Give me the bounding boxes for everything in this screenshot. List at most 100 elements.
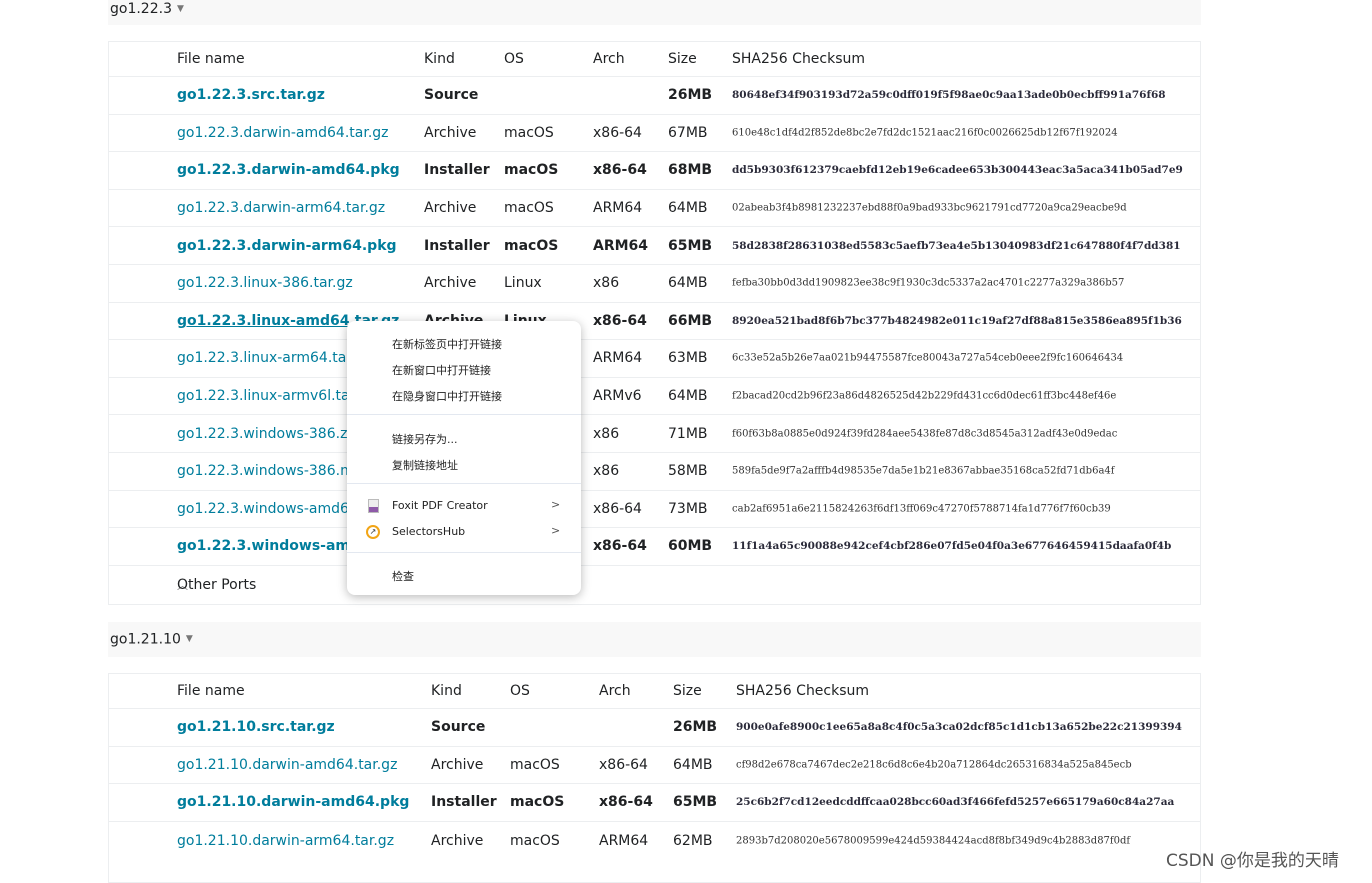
cell-size: 62MB [673,832,713,849]
cell-sha: f60f63b8a0885e0d924f39fd284aee5438fe87d8… [732,428,1118,440]
file-download-link[interactable]: go1.21.10.darwin-amd64.pkg [177,794,409,810]
cell-size: 71MB [668,425,708,442]
column-header-arch: Arch [599,683,631,699]
cell-size: 58MB [668,463,708,480]
column-header-file-name: File name [177,683,245,699]
column-header-os: OS [510,683,530,699]
file-download-link[interactable]: go1.22.3.linux-armv6l.tar.gz [177,388,375,404]
cell-arch: ARM64 [599,832,649,849]
column-header-size: Size [668,51,697,67]
file-download-link[interactable]: go1.22.3.windows-386.zip [177,426,360,442]
table-row: go1.22.3.darwin-arm64.pkg Installer macOS A… [109,227,1200,265]
cell-size: 64MB [668,275,708,292]
file-download-link[interactable]: go1.22.3.darwin-arm64.pkg [177,238,397,254]
file-download-link[interactable]: go1.21.10.src.tar.gz [177,719,335,735]
menu-foxit-pdf-creator[interactable]: Foxit PDF Creator [392,499,488,512]
release-header-go1-21-10[interactable]: go1.21.10 ▼ [108,622,1201,657]
cell-arch: x86-64 [599,794,653,811]
menu-selectorshub[interactable]: SelectorsHub [392,525,465,538]
file-download-link[interactable]: go1.22.3.linux-arm64.tar.gz [177,350,372,366]
cell-arch: ARM64 [593,350,643,367]
file-download-link[interactable]: go1.22.3.linux-386.tar.gz [177,275,353,291]
other-ports-row[interactable]: Other Ports ︿ [109,566,1200,604]
cell-kind: Installer [431,794,497,811]
menu-open-new-tab[interactable]: 在新标签页中打开链接 [392,336,502,352]
chevron-right-icon: > [551,498,561,511]
context-menu: 在新标签页中打开链接 在新窗口中打开链接 在隐身窗口中打开链接 链接另存为...… [347,321,581,595]
cell-sha: f2bacad20cd2b96f23a86d4826525d42b229fd43… [732,390,1117,402]
cell-os: macOS [510,756,560,773]
menu-copy-link-address[interactable]: 复制链接地址 [392,457,458,473]
column-header-size: Size [673,683,702,699]
cell-sha: 25c6b2f7cd12eedcddffcaa028bcc60ad3f466fe… [736,796,1175,809]
cell-os: macOS [504,162,559,179]
column-header-checksum: SHA256 Checksum [732,51,866,67]
watermark: CSDN @你是我的天晴 [1166,851,1339,871]
file-download-link[interactable]: go1.22.3.darwin-arm64.tar.gz [177,200,385,216]
file-download-link[interactable]: go1.22.3.darwin-amd64.pkg [177,162,400,178]
downloads-table-go1-21-10: File name Kind OS Arch Size SHA256 Checksum go… [108,673,1201,883]
cell-size: 26MB [668,87,713,104]
column-header-file-name: File name [177,51,245,67]
cell-size: 64MB [668,388,708,405]
cell-size: 66MB [668,312,713,329]
cell-os: Linux [504,275,542,292]
cell-size: 63MB [668,350,708,367]
table-row: go1.22.3.darwin-amd64.pkg Installer macOS x… [109,152,1200,190]
caret-down-icon: ▼ [176,4,184,14]
cell-arch: x86 [593,275,620,292]
cell-os: macOS [504,124,554,141]
cell-kind: Archive [424,124,477,141]
cell-arch: ARM64 [593,200,643,217]
cell-kind: Source [424,87,479,104]
pdf-file-icon [368,499,379,513]
selectorshub-icon: ↗ [366,525,380,539]
cell-os: macOS [510,832,560,849]
chevron-right-icon: > [551,524,561,537]
menu-open-new-window[interactable]: 在新窗口中打开链接 [392,362,491,378]
cell-kind: Archive [431,832,484,849]
table-row: go1.22.3.darwin-amd64.tar.gz Archive macOS… [109,115,1200,153]
table-row: go1.22.3.windows-386.zipArchiveWindowsx8… [109,415,1200,453]
cell-size: 65MB [668,237,713,254]
cell-kind: Installer [424,162,490,179]
table-row: go1.22.3.linux-arm64.tar.gzArchiveLinuxA… [109,340,1200,378]
table-row: go1.22.3.linux-armv6l.tar.gzArchiveLinux… [109,378,1200,416]
cell-size: 26MB [673,719,718,736]
cell-arch: x86-64 [593,124,642,141]
table-header-row: File name Kind OS Arch Size SHA256 Checksum [109,42,1200,77]
cell-sha: cab2af6951a6e2115824263f6df13ff069c47270… [732,503,1111,515]
menu-open-incognito[interactable]: 在隐身窗口中打开链接 [392,388,502,404]
file-download-link[interactable]: go1.22.3.src.tar.gz [177,87,325,103]
menu-save-link-as[interactable]: 链接另存为... [392,431,458,447]
cell-kind: Source [431,719,486,736]
release-version: go1.21.10 [110,631,181,648]
table-row: go1.22.3.windows-amd64.zipArchiveWindows… [109,491,1200,529]
cell-sha: fefba30bb0d3dd1909823ee38c9f1930c3dc5337… [732,277,1125,289]
column-header-arch: Arch [593,51,625,67]
cell-arch: x86-64 [593,162,647,179]
file-download-link[interactable]: go1.21.10.darwin-arm64.tar.gz [177,833,394,849]
cell-os: macOS [510,794,565,811]
cell-arch: ARMv6 [593,388,642,405]
other-ports-toggle[interactable]: Other Ports ︿ [177,577,256,593]
release-header-go1-22-3[interactable]: go1.22.3 ▼ [108,0,1201,25]
column-header-kind: Kind [431,683,462,699]
cell-sha: 610e48c1df4d2f852de8bc2e7fd2dc1521aac216… [732,127,1118,139]
table-row: go1.21.10.darwin-amd64.tar.gz Archive macO… [109,747,1200,785]
other-ports-label: Other Ports [177,576,257,593]
cell-arch: ARM64 [593,237,649,254]
menu-inspect[interactable]: 检查 [392,568,414,584]
cell-kind: Archive [424,275,477,292]
cell-sha: cf98d2e678ca7467dec2e218c6d8c6e4b20a7128… [736,759,1132,771]
file-download-link[interactable]: go1.21.10.darwin-amd64.tar.gz [177,757,397,773]
caret-down-icon: ▼ [185,634,193,644]
cell-sha: 8920ea521bad8f6b7bc377b4824982e011c19af2… [732,314,1182,327]
column-header-kind: Kind [424,51,455,67]
file-download-link[interactable]: go1.22.3.windows-386.msi [177,463,365,479]
cell-sha: 2893b7d208020e5678009599e424d59384424acd… [736,835,1131,847]
table-row: go1.21.10.darwin-arm64.tar.gz Archive macO… [109,822,1200,860]
file-download-link[interactable]: go1.22.3.darwin-amd64.tar.gz [177,125,389,141]
cell-size: 73MB [668,500,708,517]
cell-sha: 11f1a4a65c90088e942cef4cbf286e07fd5e04f0… [732,540,1172,553]
